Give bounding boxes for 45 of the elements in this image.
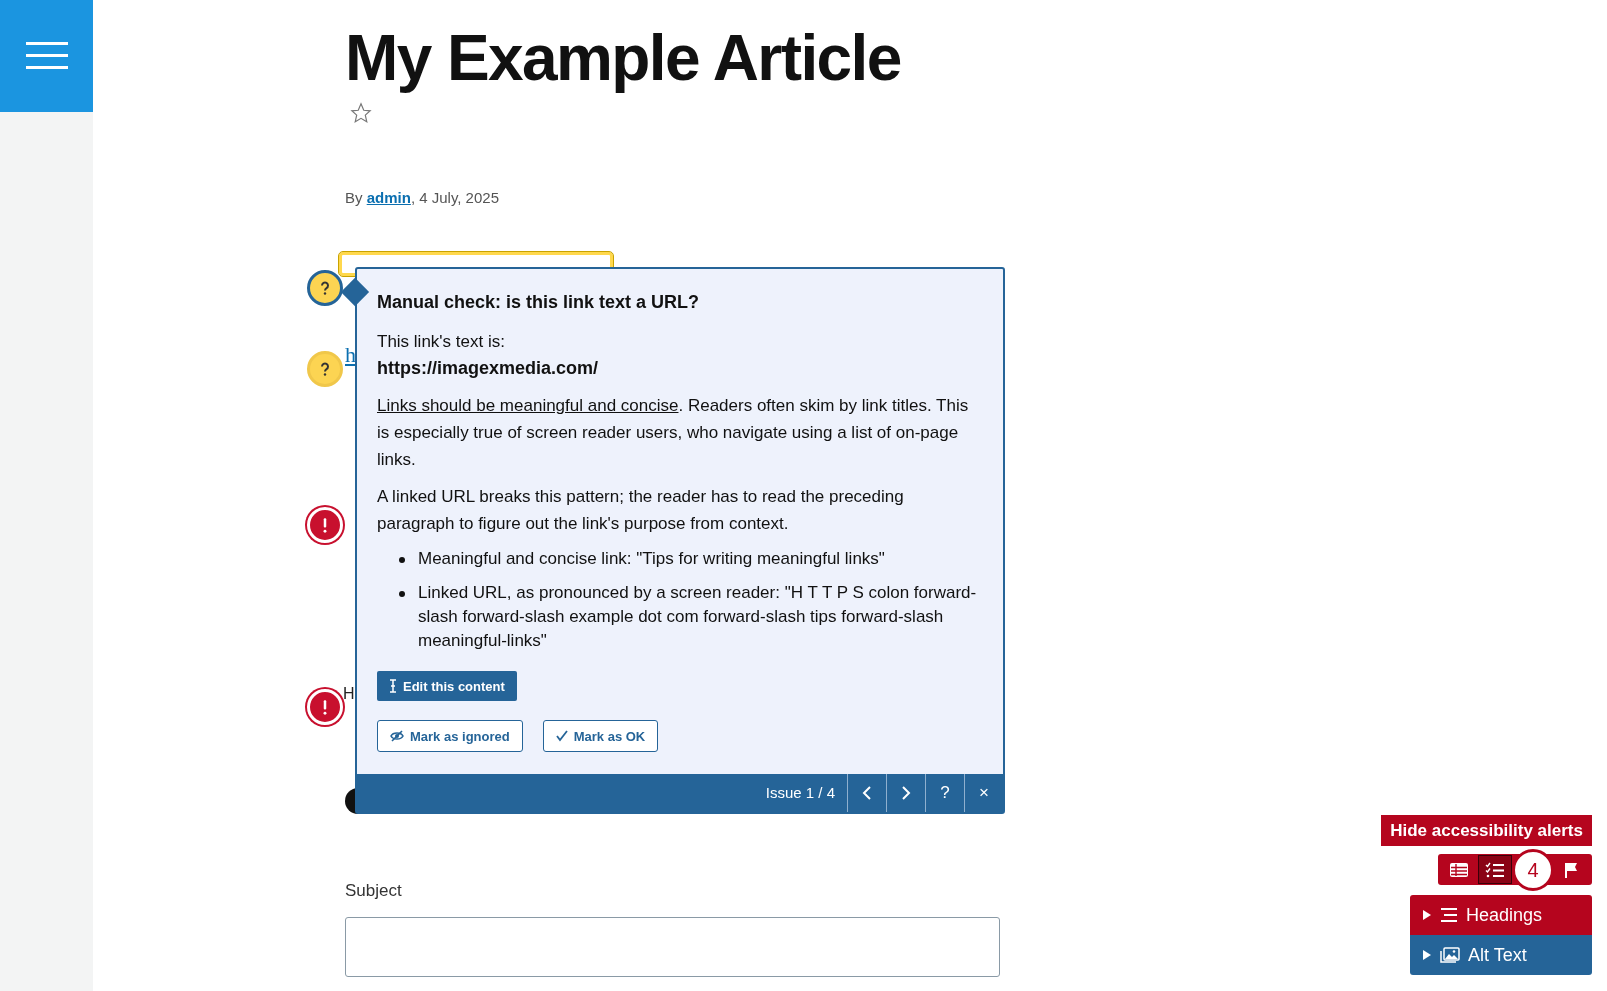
ignore-button[interactable]: Mark as ignored — [377, 720, 523, 752]
table-icon — [1449, 861, 1469, 878]
menu-icon — [25, 42, 68, 70]
panel-toggle[interactable]: Headings — [1410, 895, 1592, 935]
mark-ok-button[interactable]: Mark as OK — [542, 720, 659, 752]
panel-toggle[interactable]: Alt Text — [1410, 935, 1592, 975]
byline: By admin, 4 July, 2025 — [345, 188, 500, 208]
chevron-right-icon — [901, 786, 911, 800]
body-text: This link's text is: — [377, 331, 506, 353]
issue-counter: Issue 1 / 4 — [765, 782, 836, 803]
toolbar-button[interactable] — [1478, 855, 1512, 884]
lines-icon — [1440, 908, 1458, 922]
checkmark-icon — [555, 730, 568, 742]
bullet-icon — [399, 591, 405, 597]
caret-right-icon — [1422, 949, 1432, 961]
chevron-left-icon — [862, 786, 872, 800]
caret-right-icon — [1422, 909, 1432, 921]
hidden-eye-icon — [390, 730, 404, 742]
issue-marker-button[interactable] — [307, 270, 343, 306]
exclamation-icon — [323, 699, 327, 715]
hide-alerts-button[interactable]: Hide accessibility alerts — [1381, 815, 1592, 846]
checklist-icon — [1485, 861, 1505, 878]
tooltip-heading: Manual check: is this link text a URL? — [377, 291, 701, 314]
list-item-text: Linked URL, as pronounced by a screen reader: "H T T P S colon forward-slash forward-slash example dot com forward-slash tips forward-slash meaningful-links" — [418, 582, 978, 652]
edit-button[interactable]: Edit this content — [377, 671, 517, 701]
guidance-link[interactable]: Links should be meaningful and concise — [377, 396, 679, 415]
field-label: Subject — [345, 880, 402, 902]
help-button[interactable]: ? — [925, 774, 964, 812]
exclamation-icon — [323, 517, 327, 533]
image-icon — [1440, 947, 1460, 963]
star-icon[interactable] — [350, 102, 372, 124]
body-text: H — [343, 685, 355, 703]
text-cursor-icon — [389, 679, 397, 693]
url-text: https://imagexmedia.com/ — [377, 357, 600, 380]
bullet-icon — [399, 557, 405, 563]
link-text[interactable]: h — [345, 338, 356, 371]
list-item-text: Meaningful and concise link: "Tips for writing meaningful links" — [418, 548, 885, 570]
menu-button[interactable] — [0, 0, 93, 112]
body-text: A linked URL breaks this pattern; the reader has to read the preceding paragraph to figure out the link's purpose from context. — [377, 486, 905, 535]
body-text: Links should be meaningful and concise. Readers often skim by link titles. This is especially true of screen reader users, who navigate using a list of on-page links. — [377, 395, 970, 471]
issue-count-badge: 4 — [1512, 848, 1554, 891]
subject-field[interactable] — [345, 917, 1000, 977]
author-link[interactable]: admin — [366, 189, 411, 206]
close-button[interactable]: × — [964, 774, 1003, 812]
flag-icon — [1564, 861, 1578, 878]
